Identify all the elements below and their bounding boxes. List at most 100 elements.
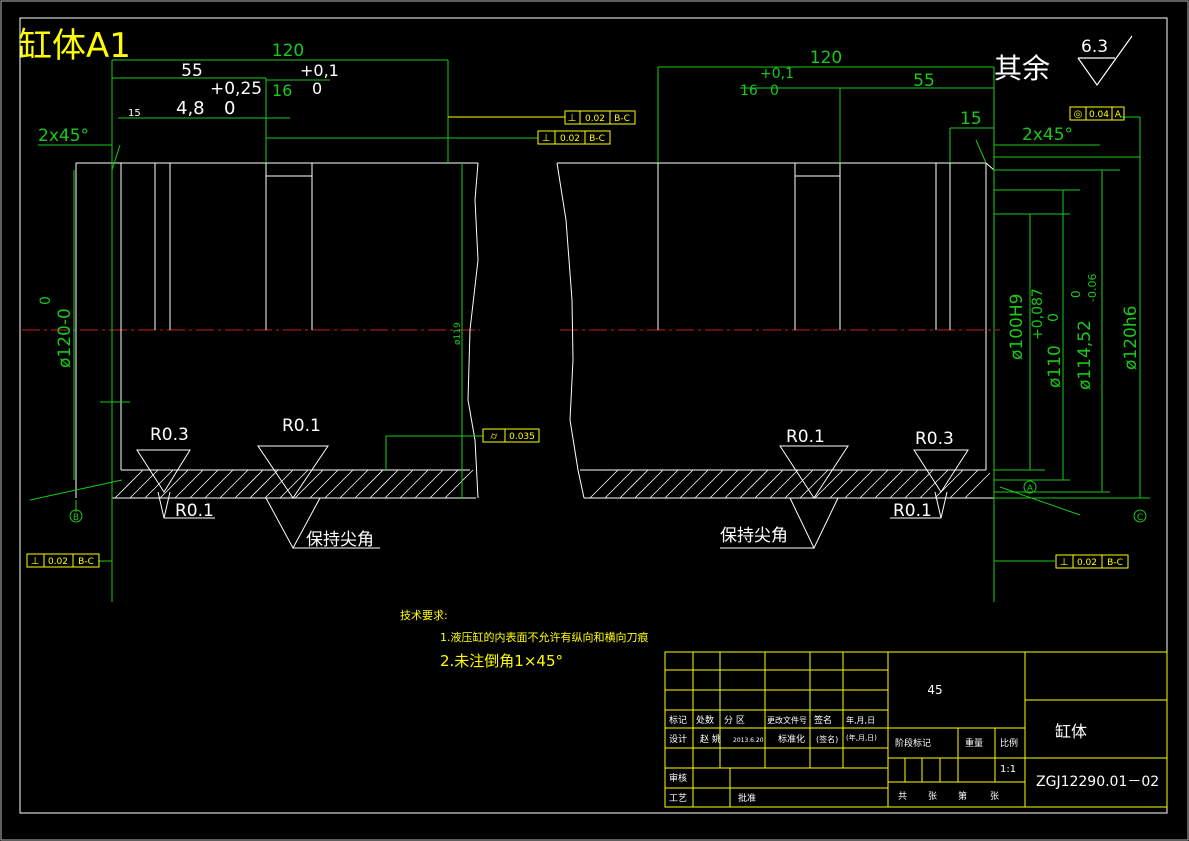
diameter-110: ø110 — [1045, 345, 1065, 388]
tb-label-date: 年,月,日 — [846, 715, 875, 725]
fcf-datum: B-C — [589, 134, 605, 144]
tb-review-label: 审核 — [669, 772, 687, 784]
left-section-view: B 120 55 +0,25 +0,1 16 0 15 4,8 0 2x45° … — [22, 41, 636, 602]
fcf-symbol: ⌭ — [490, 431, 498, 442]
fcf-value: 0.02 — [560, 134, 580, 144]
notes-heading: 技术要求: — [400, 609, 448, 622]
tb-process-label: 工艺 — [669, 793, 687, 804]
part-name-label: 缸体 — [1055, 722, 1087, 741]
outer-border — [0, 0, 1189, 841]
diameter-114: ø114,52 — [1075, 320, 1095, 390]
fcf-symbol: ◎ — [1074, 109, 1083, 120]
dim-55-right: 55 — [913, 71, 935, 91]
diameter-114-tol: 0 — [1069, 290, 1083, 298]
fcf-symbol: ⊥ — [31, 556, 40, 567]
material-label: 45 — [927, 683, 942, 697]
tb-design-date: 2013.6.20 — [733, 737, 764, 744]
tb-sheet-number: 第 — [958, 790, 967, 802]
tol-01-left: +0,1 — [300, 61, 339, 80]
scale-value: 1:1 — [1000, 764, 1016, 775]
tb-label-count: 处数 — [696, 714, 714, 726]
tb-sheets-unit-b: 张 — [990, 791, 999, 802]
dim-55-left: 55 — [181, 61, 203, 81]
engineering-drawing: 缸体A1 B 120 55 +0,25 +0,1 16 0 15 4,8 0 2… — [0, 0, 1189, 841]
zero-b-left: 0 — [224, 98, 235, 119]
r03-callout-right — [913, 449, 969, 493]
radius-03-right: R0.3 — [915, 429, 954, 449]
dim-15-right: 15 — [960, 109, 982, 129]
fcf-concentric-right: ◎ 0.04 A — [1069, 106, 1125, 121]
dim-16-right: 16 — [740, 83, 758, 99]
tb-label-mark: 标记 — [669, 714, 687, 726]
diameter-114-tol-b: -0.06 — [1086, 274, 1099, 302]
diameter-100: ø100H9 — [1007, 294, 1027, 360]
tb-standardize-label: 标准化 — [778, 733, 805, 745]
fcf-value: 0.04 — [1089, 110, 1109, 120]
fcf-value: 0.02 — [585, 114, 605, 124]
tol-01-right: +0,1 — [760, 66, 794, 82]
fcf-perp-left-2: ⊥ 0.02 B-C — [537, 130, 611, 145]
fcf-datum: B-C — [1107, 558, 1123, 568]
chamfer-right: 2x45° — [1022, 125, 1073, 145]
tb-design-label: 设计 — [669, 733, 687, 745]
tol-025-left: +0,25 — [210, 79, 262, 99]
fcf-perp-right: ⊥ 0.02 B-C — [1055, 554, 1129, 569]
r03-callout-left — [136, 449, 191, 493]
radius-01-top-right: R0.1 — [786, 427, 825, 447]
tb-label-zone: 分 区 — [724, 715, 745, 726]
tb-signature-placeholder: (签名) — [816, 734, 838, 744]
fcf-datum: A — [1115, 110, 1122, 120]
tb-stage-label: 阶段标记 — [895, 737, 931, 749]
dim-overall-left: 120 — [272, 41, 304, 61]
notes-line-1: 1.液压缸的内表面不允许有纵向和横向刀痕 — [440, 630, 649, 644]
fcf-symbol: ⊥ — [568, 113, 577, 124]
tb-designer-name: 赵 姚 — [700, 733, 721, 745]
right-section-view: A C 其余 6.3 120 55 +0,1 16 0 15 2x45° ø10… — [556, 35, 1150, 602]
diameter-mid-left: ø119 — [453, 322, 463, 345]
notes-line-2: 2.未注倒角1×45° — [440, 652, 563, 670]
title-block-text: 45 缸体 ZGJ12290.01－02 1:1 标记 处数 分 区 更改文件号… — [669, 683, 1159, 804]
chamfer-left: 2x45° — [38, 126, 89, 146]
tb-label-signature: 签名 — [814, 714, 832, 726]
fcf-symbol: ⊥ — [1060, 557, 1069, 568]
dim-16-left: 16 — [272, 81, 292, 100]
zero-a-left: 0 — [312, 79, 322, 98]
datum-a-label: A — [1027, 484, 1034, 494]
fcf-perp-left-1: ⊥ 0.02 B-C — [564, 110, 636, 125]
diameter-120: ø120h6 — [1121, 306, 1141, 370]
tb-approve-label: 批准 — [738, 792, 756, 804]
sharp-corner-left: 保持尖角 — [306, 530, 374, 550]
tb-label-change-doc: 更改文件号 — [767, 715, 807, 725]
diameter-left-tol: 0 — [38, 296, 54, 305]
datum-c-label: C — [1137, 513, 1143, 523]
fcf-symbol: ⊥ — [542, 133, 551, 144]
fcf-value: 0.02 — [1077, 558, 1097, 568]
diameter-110-tol: +0,087 — [1030, 288, 1046, 340]
radius-01-bot-left: R0.1 — [175, 501, 214, 521]
zero-a-right: 0 — [770, 83, 779, 99]
fcf-cyl-left: ⌭ 0.035 — [482, 428, 540, 443]
radius-01-top-left: R0.1 — [282, 416, 321, 436]
tb-scale-label: 比例 — [1000, 737, 1018, 749]
diameter-110-tol-b: 0 — [1046, 313, 1062, 322]
drawing-number: ZGJ12290.01－02 — [1036, 774, 1159, 790]
dim-overall-right: 120 — [810, 48, 842, 68]
datum-b-label: B — [73, 513, 79, 523]
dim-15-left: 15 — [128, 108, 141, 119]
fcf-perp-left-3: ⊥ 0.02 B-C — [26, 553, 100, 568]
tb-date-placeholder: (年,月,日) — [846, 733, 877, 742]
fcf-value: 0.02 — [48, 557, 68, 567]
sharp-corner-right: 保持尖角 — [720, 526, 788, 546]
surface-finish-value: 6.3 — [1081, 37, 1108, 57]
fcf-value: 0.035 — [509, 432, 535, 442]
tb-sheets-total: 共 — [898, 791, 907, 802]
fcf-datum: B-C — [78, 557, 94, 567]
fcf-datum: B-C — [614, 114, 630, 124]
technical-notes: 技术要求: 1.液压缸的内表面不允许有纵向和横向刀痕 2.未注倒角1×45° — [400, 609, 649, 670]
surface-finish-label: 其余 — [994, 52, 1050, 85]
tb-sheets-unit-a: 张 — [928, 791, 937, 802]
dim-48-left: 4,8 — [176, 98, 205, 119]
radius-03-left: R0.3 — [150, 425, 189, 445]
diameter-left: ø120-0 — [55, 308, 75, 368]
radius-01-bot-right: R0.1 — [893, 501, 932, 521]
